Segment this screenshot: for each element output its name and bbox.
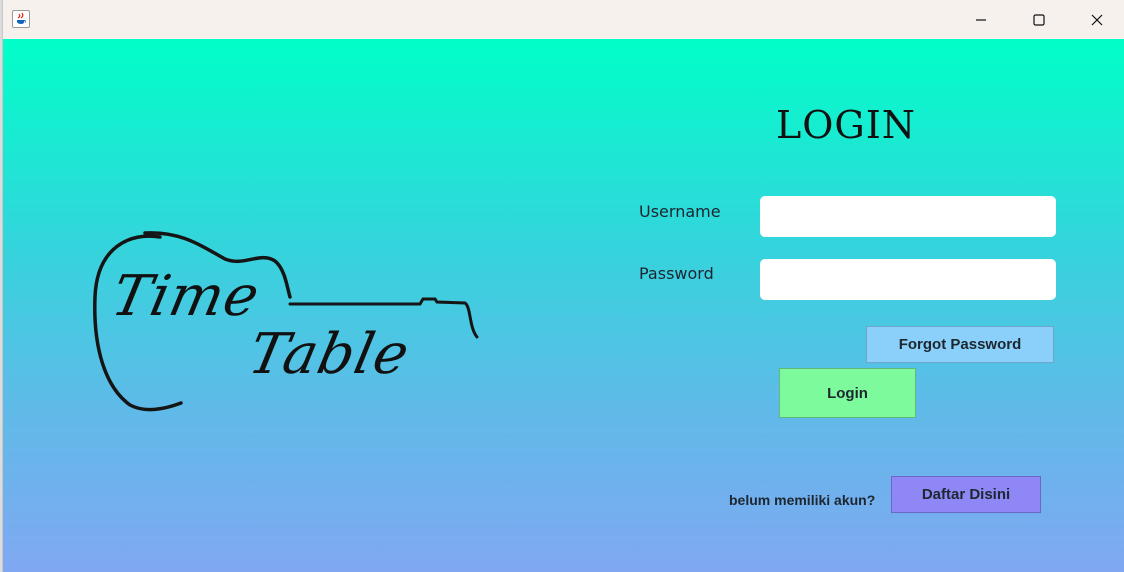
timetable-logo: Time Table [85, 227, 485, 417]
logo-text-time: Time [106, 264, 266, 329]
logo-text-table: Table [243, 322, 416, 387]
login-button[interactable]: Login [779, 368, 916, 418]
register-button[interactable]: Daftar Disini [891, 476, 1041, 513]
username-field[interactable] [760, 196, 1056, 237]
maximize-icon [1033, 13, 1045, 26]
maximize-button[interactable] [1010, 0, 1068, 39]
title-bar[interactable] [3, 0, 1124, 39]
app-window: Time Table LOGIN Username Password Forgo… [3, 0, 1124, 572]
java-icon[interactable] [12, 10, 30, 28]
minimize-icon [976, 18, 986, 21]
password-field[interactable] [760, 259, 1056, 300]
forgot-password-button[interactable]: Forgot Password [866, 326, 1054, 363]
login-panel: Time Table LOGIN Username Password Forgo… [3, 39, 1124, 572]
page-title: LOGIN [775, 103, 916, 147]
close-icon [1091, 14, 1103, 25]
no-account-text: belum memiliki akun? [729, 492, 876, 508]
username-label: Username [639, 202, 721, 221]
password-label: Password [639, 264, 714, 283]
close-button[interactable] [1068, 0, 1124, 39]
minimize-button[interactable] [952, 0, 1010, 39]
